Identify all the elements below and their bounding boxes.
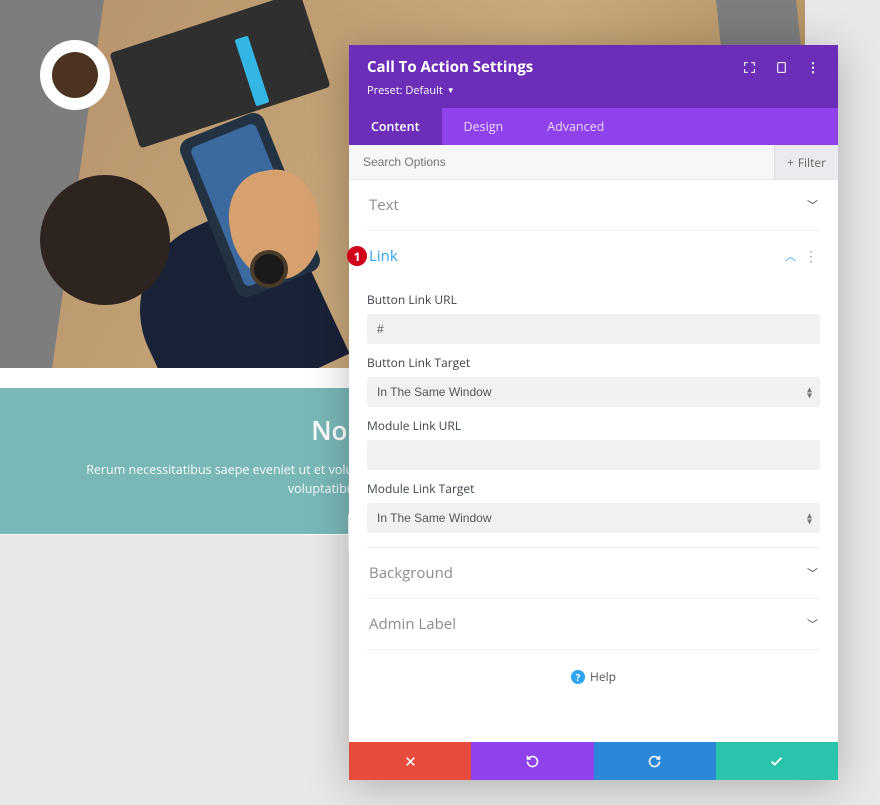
section-title-link: Link <box>369 246 398 266</box>
section-header-text[interactable]: Text ﹀ <box>367 180 820 230</box>
section-title-admin-label: Admin Label <box>369 614 456 634</box>
panel-tabs: Content Design Advanced <box>349 108 838 145</box>
help-label: Help <box>590 668 616 685</box>
select-module-link-target[interactable]: ▴▾ <box>367 503 820 533</box>
input-button-link-url[interactable] <box>367 314 820 344</box>
chevron-down-icon: ﹀ <box>807 616 818 632</box>
section-header-admin-label[interactable]: Admin Label ﹀ <box>367 599 820 649</box>
label-button-link-url: Button Link URL <box>367 291 820 308</box>
plus-icon: + <box>787 154 794 171</box>
preset-label: Preset: Default <box>367 83 443 98</box>
label-button-link-target: Button Link Target <box>367 354 820 371</box>
select-button-link-target[interactable]: ▴▾ <box>367 377 820 407</box>
preset-selector[interactable]: Preset: Default ▼ <box>367 83 820 98</box>
help-link[interactable]: ? Help <box>367 650 820 695</box>
label-module-link-url: Module Link URL <box>367 417 820 434</box>
section-title-text: Text <box>369 195 399 215</box>
redo-button[interactable] <box>594 742 716 780</box>
section-title-background: Background <box>369 563 453 583</box>
save-button[interactable] <box>716 742 838 780</box>
search-row: + Filter <box>349 145 838 180</box>
responsive-icon[interactable] <box>774 60 788 74</box>
filter-label: Filter <box>798 154 826 171</box>
section-header-link[interactable]: Link ︿ ⋮ <box>367 231 820 281</box>
help-icon: ? <box>571 670 585 684</box>
tab-design[interactable]: Design <box>442 108 526 145</box>
caret-down-icon: ▼ <box>447 85 455 96</box>
expand-icon[interactable] <box>742 60 756 74</box>
section-header-background[interactable]: Background ﹀ <box>367 548 820 598</box>
panel-footer <box>349 742 838 780</box>
select-button-link-target-value[interactable] <box>367 377 820 407</box>
label-module-link-target: Module Link Target <box>367 480 820 497</box>
chevron-down-icon: ﹀ <box>807 565 818 581</box>
panel-title: Call To Action Settings <box>367 57 533 77</box>
kebab-menu-icon[interactable]: ⋮ <box>806 60 820 74</box>
panel-header: Call To Action Settings ⋮ Preset: Defaul… <box>349 45 838 108</box>
chevron-up-icon: ︿ <box>785 248 796 264</box>
input-module-link-url[interactable] <box>367 440 820 470</box>
tab-content[interactable]: Content <box>349 108 442 145</box>
cancel-button[interactable] <box>349 742 471 780</box>
select-module-link-target-value[interactable] <box>367 503 820 533</box>
chevron-down-icon: ﹀ <box>807 197 818 213</box>
filter-button[interactable]: + Filter <box>774 145 838 179</box>
section-kebab-icon[interactable]: ⋮ <box>804 247 818 266</box>
settings-panel: Call To Action Settings ⋮ Preset: Defaul… <box>349 45 838 780</box>
annotation-badge-1: 1 <box>347 246 367 266</box>
tab-advanced[interactable]: Advanced <box>525 108 626 145</box>
undo-button[interactable] <box>471 742 593 780</box>
search-input[interactable] <box>349 145 774 179</box>
